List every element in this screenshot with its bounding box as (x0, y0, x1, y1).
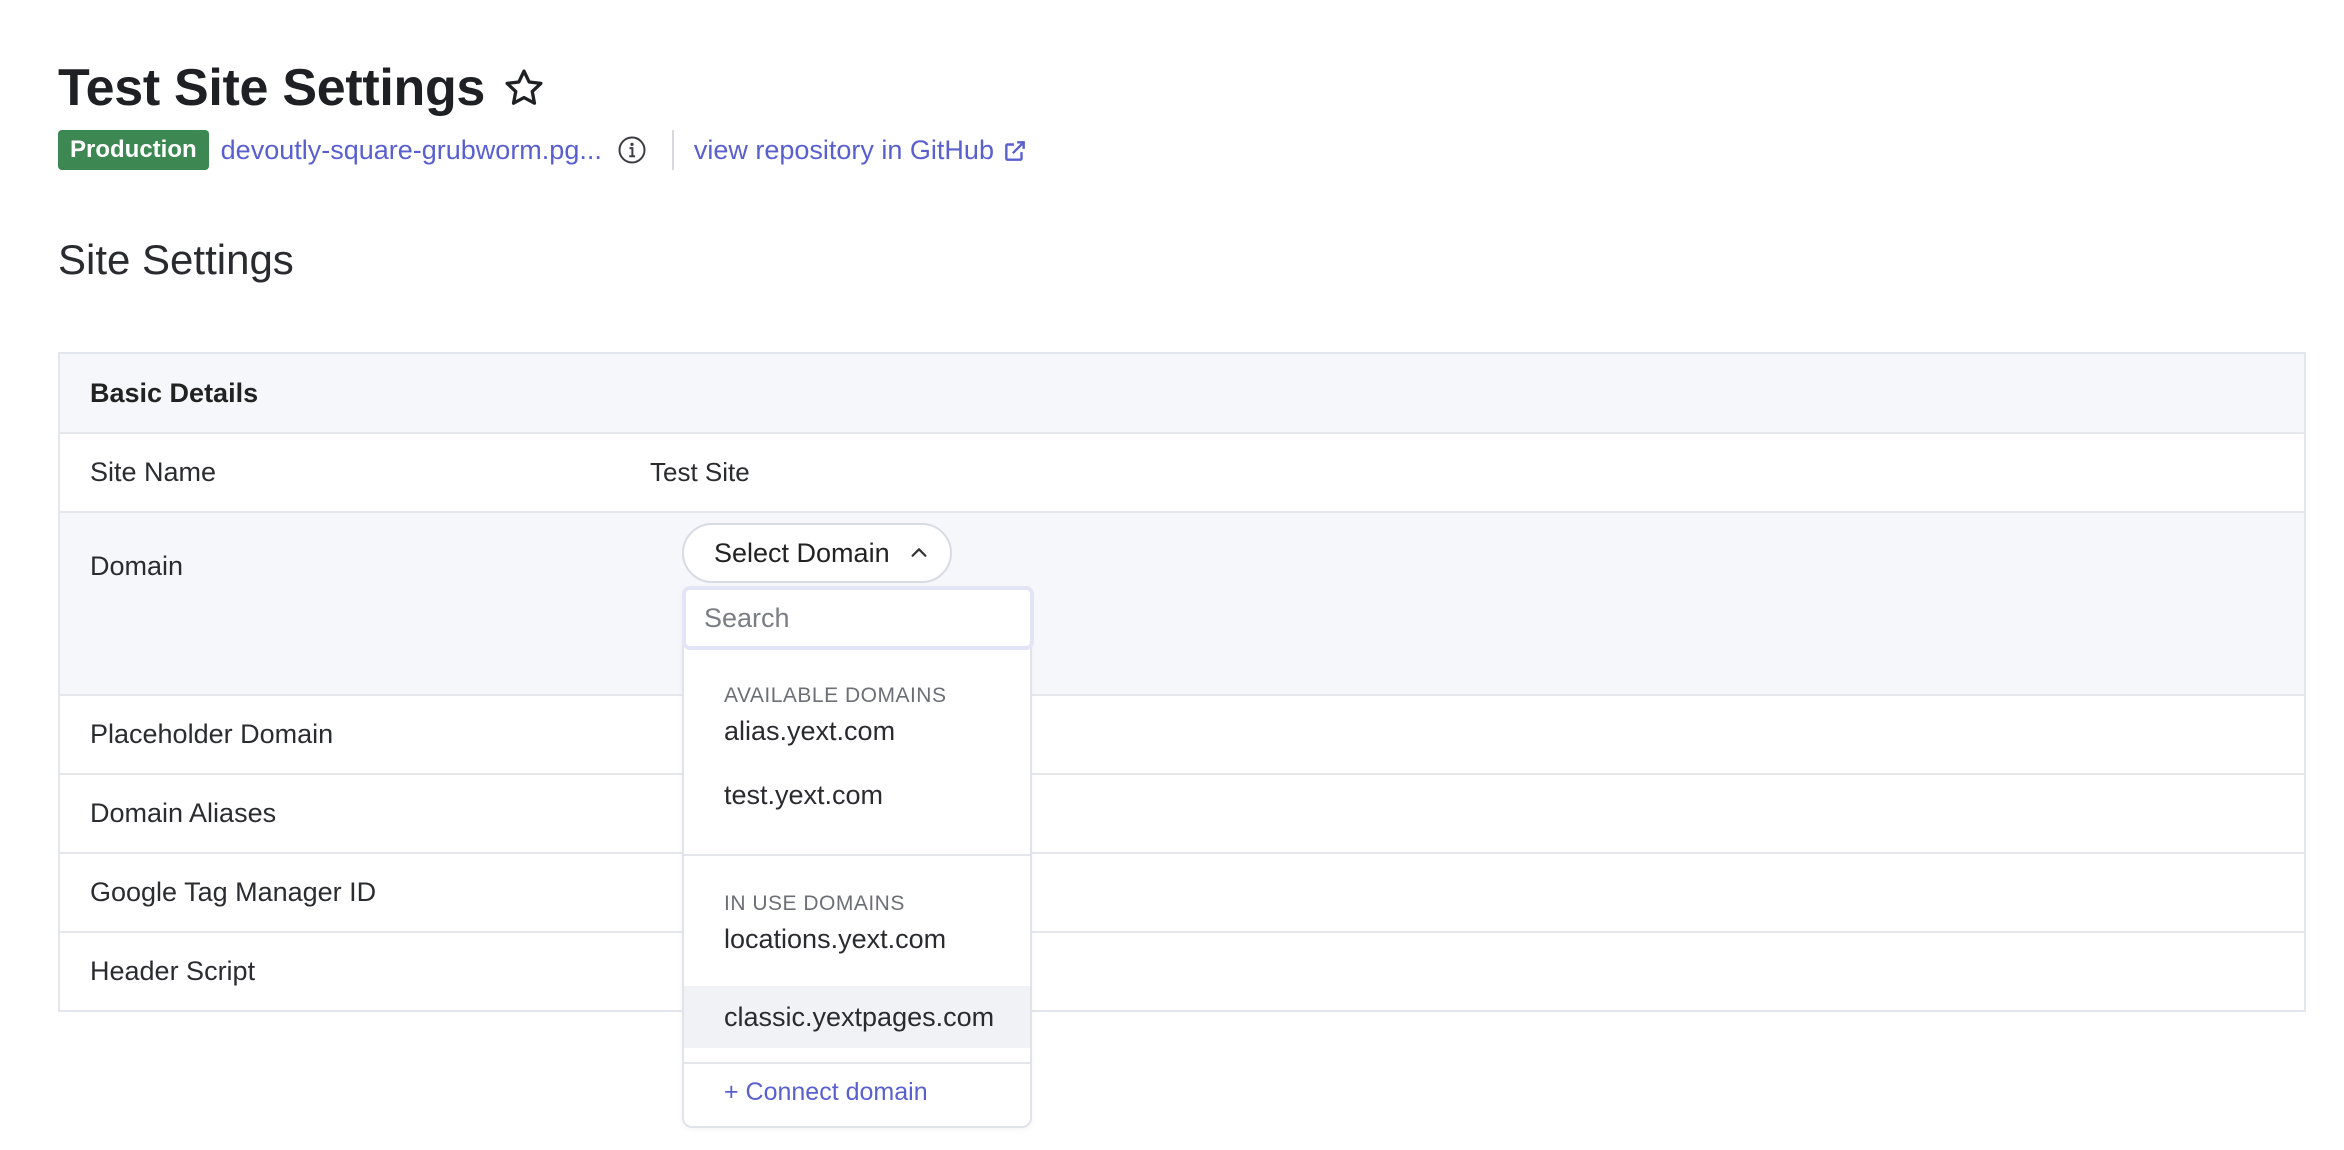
table-heading: Basic Details (90, 377, 259, 408)
external-link-icon (1002, 138, 1028, 164)
row-label-domain: Domain (90, 551, 184, 581)
select-domain-button[interactable]: Select Domain (682, 523, 952, 583)
connect-domain-link[interactable]: + Connect domain (724, 1078, 928, 1107)
site-domain-link[interactable]: devoutly-square-grubworm.pg... (221, 135, 602, 166)
table-row: Site Name Test Site (60, 432, 2304, 511)
repository-link-label: view repository in GitHub (693, 134, 994, 165)
table-row: Domain (60, 511, 2304, 694)
row-label-placeholder-domain: Placeholder Domain (90, 719, 334, 749)
table-row: Placeholder Domain (60, 694, 2304, 773)
table-row: Header Script (60, 931, 2304, 1010)
domain-option[interactable]: locations.yext.com (684, 908, 1030, 970)
row-label-header-script: Header Script (90, 956, 256, 986)
domain-option[interactable]: classic.yextpages.com (684, 986, 1030, 1048)
dropdown-divider (684, 854, 1030, 856)
domain-option[interactable]: test.yext.com (684, 764, 1030, 826)
row-label-domain-aliases: Domain Aliases (90, 798, 277, 828)
environment-badge: Production (58, 130, 209, 170)
info-icon[interactable] (616, 134, 648, 166)
section-title: Site Settings (58, 236, 294, 283)
header-divider (671, 130, 674, 170)
dropdown-divider (684, 1062, 1030, 1064)
table-heading-row: Basic Details (60, 354, 2304, 432)
chevron-up-icon (908, 542, 930, 564)
domain-dropdown: AVAILABLE DOMAINS alias.yext.com test.ye… (682, 586, 1034, 1128)
repository-link[interactable]: view repository in GitHub (694, 135, 1028, 166)
page-header: Test Site Settings Production devoutly-s… (58, 58, 2258, 172)
domain-search-input[interactable] (682, 586, 1034, 650)
table-row: Domain Aliases (60, 773, 2304, 852)
table-row: Google Tag Manager ID (60, 852, 2304, 931)
star-icon[interactable] (501, 65, 547, 111)
select-domain-label: Select Domain (714, 537, 890, 568)
domain-option[interactable]: alias.yext.com (684, 700, 1030, 762)
row-label-google-tag-manager-id: Google Tag Manager ID (90, 877, 377, 907)
row-label-site-name: Site Name (90, 457, 217, 487)
settings-table: Basic Details Site Name Test Site Domain… (58, 352, 2306, 1012)
row-value-site-name[interactable]: Test Site (650, 457, 750, 488)
page-title: Test Site Settings (58, 59, 486, 117)
